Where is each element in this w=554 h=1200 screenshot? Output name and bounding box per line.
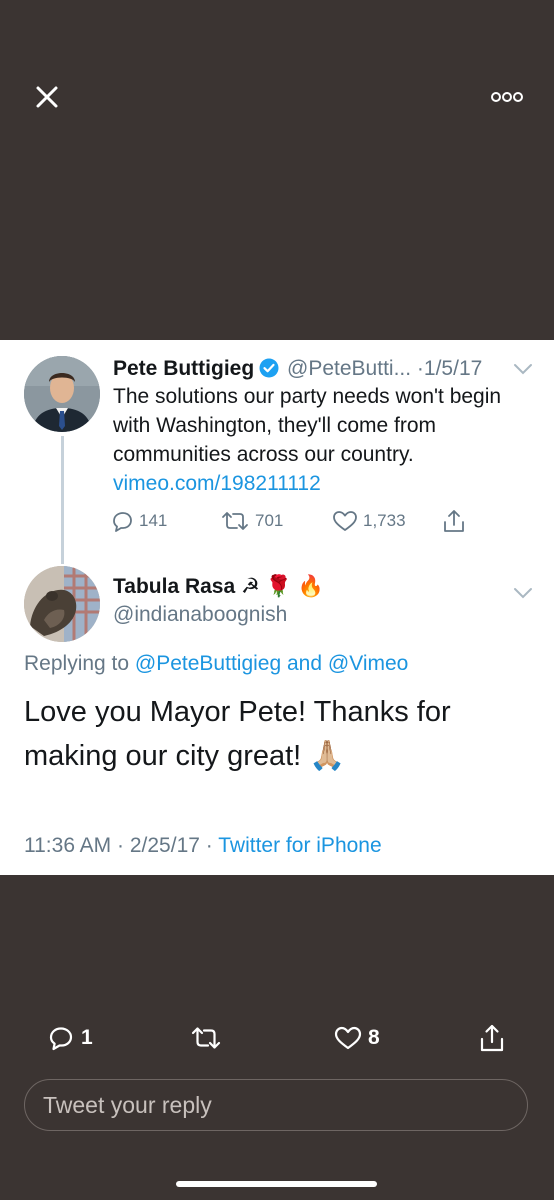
tweet-text: Love you Mayor Pete! Thanks for making o…	[24, 690, 524, 778]
heart-icon	[334, 1026, 362, 1050]
replying-to: Replying to @PeteButtigieg and @Vimeo	[24, 652, 408, 676]
parent-tweet-actions: 141 701 1,733	[110, 506, 540, 536]
retweet-button[interactable]: 701	[220, 506, 283, 536]
and-text[interactable]: and	[287, 652, 322, 675]
thread-line	[61, 436, 64, 564]
author-name[interactable]: Tabula Rasa	[113, 575, 235, 598]
home-indicator[interactable]	[176, 1181, 377, 1187]
author-name-row: Tabula Rasa ☭ 🌹 🔥	[113, 574, 324, 599]
share-icon	[480, 1024, 504, 1052]
tweet-body: Love you Mayor Pete! Thanks for making o…	[24, 696, 451, 772]
share-icon	[444, 510, 464, 532]
tweet-meta: 11:36 AM · 2/25/17 · Twitter for iPhone	[24, 834, 382, 858]
mention-link[interactable]: @PeteButtigieg	[135, 652, 281, 675]
heart-icon	[333, 511, 357, 531]
author-name[interactable]: Pete Buttigieg	[113, 357, 254, 380]
tweet-emoji: 🙏🏼	[309, 740, 346, 772]
parent-tweet-body: The solutions our party needs won't begi…	[113, 382, 543, 498]
tweet-actions: 1 8	[0, 1018, 554, 1058]
reply-input[interactable]: Tweet your reply	[24, 1079, 528, 1131]
replying-prefix: Replying to	[24, 652, 130, 675]
avatar[interactable]	[24, 356, 100, 432]
mention-link[interactable]: @Vimeo	[328, 652, 408, 675]
reply-count: 141	[139, 511, 168, 530]
like-count: 8	[368, 1026, 380, 1049]
reply-icon	[49, 1027, 73, 1051]
parent-tweet-header: Pete Buttigieg @PeteButti... ·1/5/17	[113, 354, 543, 384]
author-handle[interactable]: @PeteButti...	[287, 357, 411, 380]
separator: ·	[416, 357, 424, 380]
top-bar	[0, 0, 554, 340]
author-handle[interactable]: @indianaboognish	[113, 603, 287, 627]
avatar[interactable]	[24, 566, 100, 642]
tweet-text: The solutions our party needs won't begi…	[113, 385, 502, 466]
verified-badge-icon	[259, 358, 279, 378]
share-button[interactable]	[441, 506, 467, 536]
close-icon[interactable]	[32, 82, 62, 112]
like-button[interactable]: 8	[334, 1018, 380, 1058]
retweet-icon	[191, 1027, 221, 1049]
reply-placeholder: Tweet your reply	[43, 1092, 212, 1118]
like-button[interactable]: 1,733	[332, 506, 406, 536]
like-count: 1,733	[363, 511, 406, 530]
tweet-date: 2/25/17	[129, 834, 200, 857]
reply-count: 1	[81, 1026, 93, 1049]
reply-button[interactable]: 141	[110, 506, 167, 536]
retweet-button[interactable]	[190, 1018, 222, 1058]
chevron-down-icon[interactable]	[513, 362, 533, 376]
tweet-time: 11:36 AM	[24, 834, 112, 857]
tweet-link[interactable]: vimeo.com/198211112	[113, 469, 543, 498]
retweet-icon	[222, 512, 248, 530]
tweet-date: 1/5/17	[423, 357, 483, 380]
chevron-down-icon[interactable]	[513, 586, 533, 600]
name-emoji: ☭ 🌹 🔥	[241, 575, 324, 598]
separator: ·	[117, 834, 125, 857]
reply-icon	[113, 512, 132, 532]
reply-button[interactable]: 1	[47, 1018, 93, 1058]
separator: ·	[205, 834, 213, 857]
tweet-source[interactable]: Twitter for iPhone	[218, 834, 381, 857]
more-options-icon[interactable]	[490, 90, 524, 104]
share-button[interactable]	[478, 1018, 506, 1058]
retweet-count: 701	[255, 511, 284, 530]
